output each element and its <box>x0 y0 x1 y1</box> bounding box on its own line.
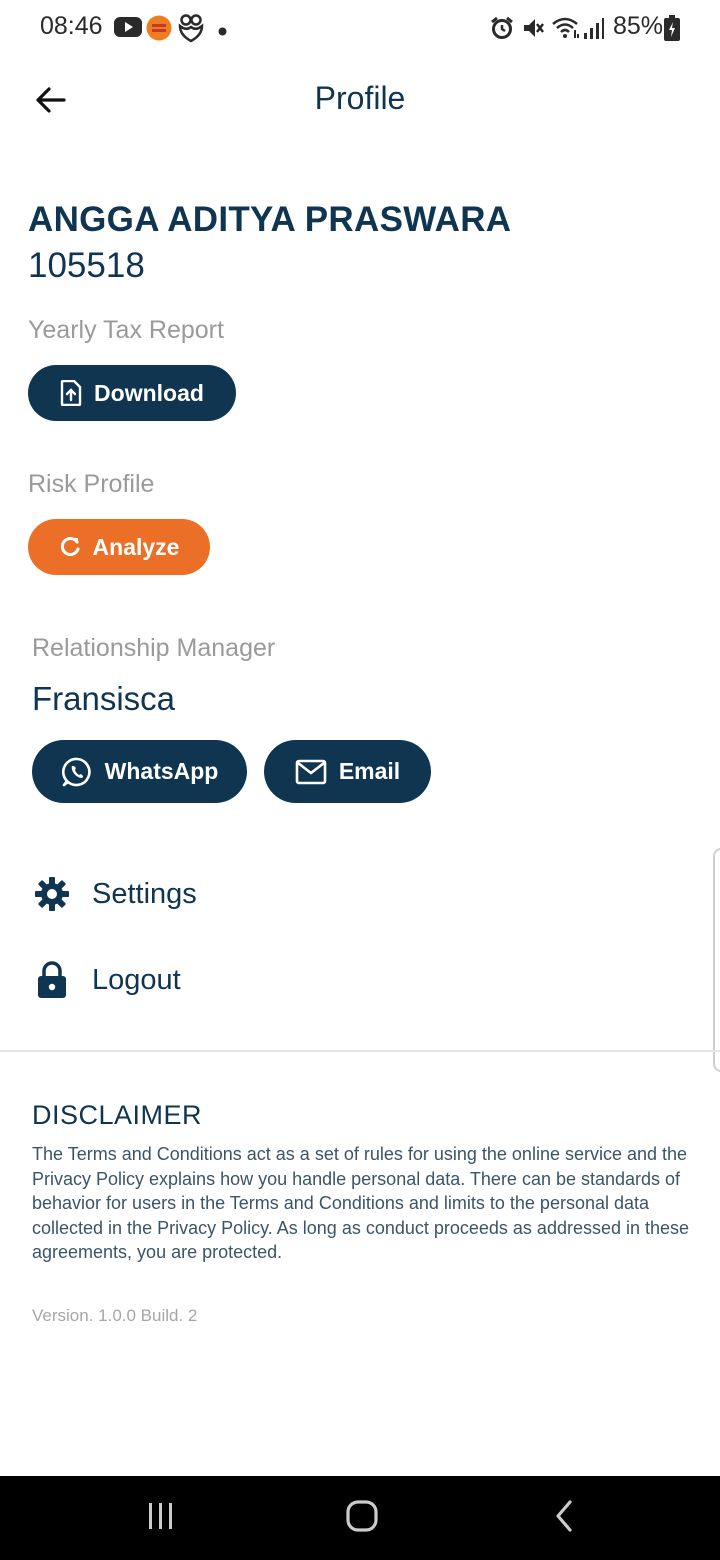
email-button[interactable]: Email <box>264 740 431 803</box>
home-icon <box>345 1499 379 1538</box>
analyze-button-label: Analyze <box>92 533 180 560</box>
signal-icon <box>583 16 605 45</box>
menu-item-logout-label: Logout <box>92 963 181 996</box>
menu-item-settings-label: Settings <box>92 877 197 910</box>
back-nav-icon <box>553 1499 575 1538</box>
menu-item-logout[interactable]: Logout <box>32 950 688 1010</box>
analyze-button[interactable]: Analyze <box>28 519 210 575</box>
mute-icon <box>521 16 545 45</box>
user-id: 105518 <box>28 246 145 285</box>
home-button[interactable] <box>340 1496 384 1540</box>
download-button[interactable]: Download <box>28 365 236 421</box>
back-nav-button[interactable] <box>542 1496 586 1540</box>
whatsapp-icon <box>61 756 93 788</box>
download-button-label: Download <box>94 379 204 406</box>
youtube-icon <box>114 16 142 43</box>
file-upload-icon <box>60 380 82 406</box>
recent-apps-button[interactable] <box>139 1496 183 1540</box>
heart-app-icon <box>177 13 205 48</box>
scroll-handle[interactable] <box>713 848 720 1072</box>
recent-apps-icon <box>146 1501 176 1536</box>
notification-dot <box>218 23 227 41</box>
app-header: Profile <box>0 64 720 136</box>
gear-icon <box>32 874 72 914</box>
divider <box>0 1050 720 1052</box>
relationship-manager-label: Relationship Manager <box>32 634 276 662</box>
relationship-manager-name: Fransisca <box>32 680 176 717</box>
battery-percent: 85% <box>613 12 664 40</box>
mail-icon <box>295 759 327 785</box>
lock-icon <box>32 960 72 1000</box>
wifi-icon <box>551 16 581 45</box>
tax-report-label: Yearly Tax Report <box>28 316 224 344</box>
page-title: Profile <box>314 80 406 116</box>
whatsapp-button-label: WhatsApp <box>104 758 219 784</box>
user-name: ANGGA ADITYA PRASWARA <box>28 200 512 239</box>
battery-icon <box>664 15 680 46</box>
status-time: 08:46 <box>40 12 103 40</box>
refresh-icon <box>59 536 81 558</box>
system-nav-bar <box>0 1476 720 1560</box>
risk-profile-label: Risk Profile <box>28 470 155 498</box>
status-bar: 08:46 85% <box>0 0 720 56</box>
alarm-icon <box>490 16 514 45</box>
version-text: Version. 1.0.0 Build. 2 <box>32 1306 198 1325</box>
disclaimer-text: The Terms and Conditions act as a set of… <box>32 1144 690 1262</box>
profile-screen: 08:46 85% Profile ANGGA ADITYA PRASWARA … <box>0 0 720 1560</box>
email-button-label: Email <box>338 758 401 784</box>
disclaimer-title: DISCLAIMER <box>32 1100 203 1130</box>
club-app-icon <box>146 15 172 46</box>
menu-item-settings[interactable]: Settings <box>32 864 688 924</box>
whatsapp-button[interactable]: WhatsApp <box>32 740 247 803</box>
